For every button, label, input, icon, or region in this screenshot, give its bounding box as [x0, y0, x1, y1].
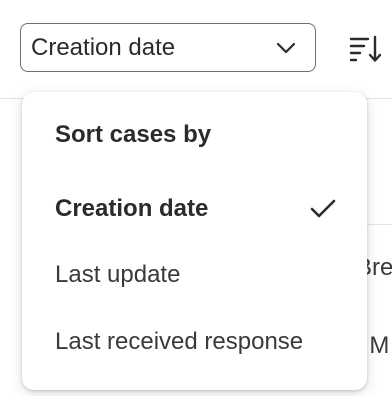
chevron-down-icon [275, 37, 297, 59]
sort-options-menu: Sort cases by Creation date Last update … [22, 92, 367, 390]
menu-item-label: Last update [55, 261, 181, 288]
sort-by-select[interactable]: Creation date [20, 23, 316, 72]
menu-item-last-received-response[interactable]: Last received response [22, 314, 367, 370]
sort-by-select-value: Creation date [31, 33, 176, 61]
checkmark-icon [309, 195, 337, 223]
menu-item-label: Creation date [55, 195, 209, 222]
menu-item-last-update[interactable]: Last update [22, 247, 367, 303]
menu-item-label: Last received response [55, 328, 304, 355]
sort-descending-icon [348, 33, 384, 68]
menu-item-creation-date[interactable]: Creation date [22, 181, 367, 237]
sort-direction-button[interactable] [344, 28, 388, 72]
menu-heading: Sort cases by [55, 121, 212, 148]
